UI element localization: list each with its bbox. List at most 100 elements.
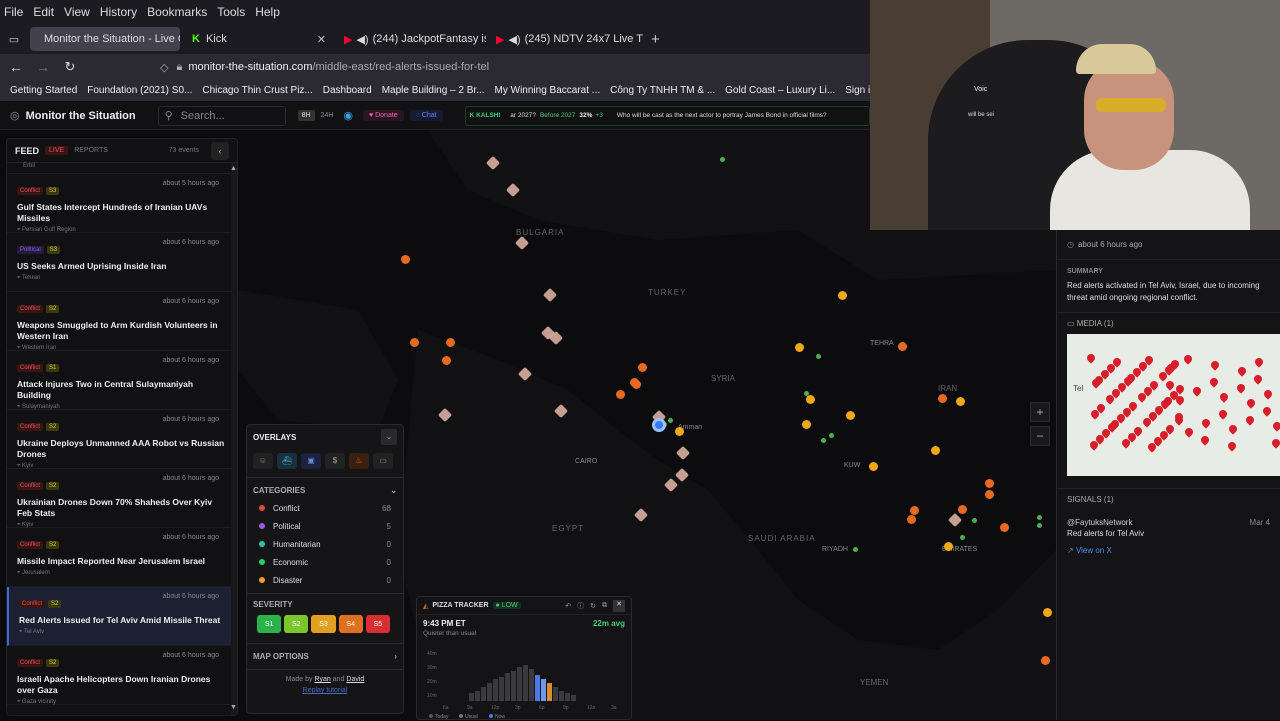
event-marker[interactable]: [985, 479, 994, 488]
menu-history[interactable]: History: [100, 5, 137, 19]
menu-help[interactable]: Help: [255, 5, 280, 19]
event-marker[interactable]: [806, 395, 815, 404]
ticker[interactable]: K KALSHI ar 2027? Before 2027 32% +3 Who…: [464, 105, 870, 126]
event-marker[interactable]: [853, 547, 858, 552]
reload-icon[interactable]: ↻: [54, 59, 86, 75]
event-marker[interactable]: [1043, 608, 1052, 617]
feed-item[interactable]: Political S3 about 6 hours ago US Seeks Arm…: [7, 233, 237, 292]
event-marker[interactable]: [829, 433, 834, 438]
tab-list-icon[interactable]: ▭: [0, 33, 28, 46]
signal-user[interactable]: @FaytuksNetwork: [1067, 518, 1132, 527]
media-image[interactable]: Tel: [1067, 334, 1280, 476]
event-marker[interactable]: [985, 490, 994, 499]
refresh-icon[interactable]: ↻: [590, 602, 596, 610]
event-marker[interactable]: [869, 462, 878, 471]
chat-button[interactable]: ◌ Chat: [409, 110, 443, 121]
bookmark-foundation[interactable]: Foundation (2021) S0...: [87, 85, 192, 96]
author-link[interactable]: Ryan: [314, 676, 330, 683]
bus-icon[interactable]: ▣: [301, 453, 321, 469]
replay-tutorial-link[interactable]: Replay tutorial: [247, 687, 403, 694]
bookmark-gold-coast[interactable]: Gold Coast – Luxury Li...: [725, 85, 835, 96]
event-marker[interactable]: [616, 390, 625, 399]
severity-s1-button[interactable]: S1: [257, 615, 282, 633]
category-item[interactable]: Disaster 0: [247, 571, 403, 589]
severity-s3-button[interactable]: S3: [311, 615, 336, 633]
category-item[interactable]: Political 5: [247, 517, 403, 535]
category-item[interactable]: Economic 0: [247, 553, 403, 571]
event-marker[interactable]: [1041, 656, 1050, 665]
fire-icon[interactable]: ♨: [349, 453, 369, 469]
bookmark-getting-started[interactable]: Getting Started: [10, 85, 77, 96]
menu-edit[interactable]: Edit: [33, 5, 54, 19]
zoom-in-button[interactable]: +: [1030, 402, 1050, 422]
event-marker[interactable]: [821, 438, 826, 443]
bookmark-chicago[interactable]: Chicago Thin Crust Piz...: [202, 85, 312, 96]
zoom-out-button[interactable]: −: [1030, 426, 1050, 446]
close-icon[interactable]: ✕: [613, 599, 625, 612]
forward-icon[interactable]: →: [32, 59, 54, 75]
lock-icon[interactable]: 🔒︎: [176, 61, 182, 74]
tab-live[interactable]: LIVE: [45, 146, 69, 155]
event-marker[interactable]: [638, 363, 647, 372]
event-marker[interactable]: [675, 427, 684, 436]
event-marker[interactable]: [838, 291, 847, 300]
bookmark-dashboard[interactable]: Dashboard: [323, 85, 372, 96]
people-icon[interactable]: ☺: [253, 453, 273, 469]
undo-icon[interactable]: ↶: [565, 602, 571, 610]
event-marker[interactable]: [972, 518, 977, 523]
event-marker[interactable]: [720, 157, 725, 162]
collapse-button[interactable]: ‹: [211, 141, 229, 160]
back-icon[interactable]: ←: [0, 59, 32, 75]
event-marker[interactable]: [907, 515, 916, 524]
view-on-x-link[interactable]: ↗ View on X: [1057, 540, 1280, 561]
close-icon[interactable]: ✕: [317, 33, 326, 46]
menu-bookmarks[interactable]: Bookmarks: [147, 5, 207, 19]
new-tab-icon[interactable]: +: [651, 31, 660, 48]
categories-header[interactable]: CATEGORIES ⌄: [247, 482, 403, 499]
scrollbar[interactable]: [231, 163, 237, 715]
feed-item[interactable]: Conflict S2 about 6 hours ago Israeli Apach…: [7, 646, 237, 705]
event-marker[interactable]: [632, 380, 641, 389]
event-marker[interactable]: [910, 506, 919, 515]
category-item[interactable]: Humanitarian 0: [247, 535, 403, 553]
camera-icon[interactable]: ▭: [373, 453, 393, 469]
menu-view[interactable]: View: [64, 5, 90, 19]
scroll-up-icon[interactable]: ▲: [230, 165, 237, 172]
feed-item[interactable]: Conflict S2 about 6 hours ago Ukraine Deplo…: [7, 410, 237, 469]
event-marker[interactable]: [668, 418, 673, 423]
tab-monitor[interactable]: Monitor the Situation - Live Gl ✕: [30, 27, 180, 51]
event-marker[interactable]: [1000, 523, 1009, 532]
url-bar[interactable]: monitor-the-situation.com/middle-east/re…: [188, 61, 489, 73]
feed-item[interactable]: Conflict S1 about 6 hours ago Attack Injure…: [7, 351, 237, 410]
feed-item[interactable]: Conflict S2 about 6 hours ago Weapons Smugg…: [7, 292, 237, 351]
tab-ndtv[interactable]: ▶ ◀) (245) NDTV 24x7 Live TV: I ✕: [488, 27, 643, 51]
app-title[interactable]: Monitor the Situation: [26, 110, 136, 122]
severity-s4-button[interactable]: S4: [338, 615, 363, 633]
feed-item[interactable]: Conflict S2 about 6 hours ago Ukrainian Dro…: [7, 469, 237, 528]
scroll-down-icon[interactable]: ▼: [230, 704, 237, 711]
bookmark-baccarat[interactable]: My Winning Baccarat ...: [495, 85, 601, 96]
feed-item[interactable]: Conflict S2 about 6 hours ago Red Alerts Is…: [7, 587, 237, 646]
ship-icon[interactable]: ⛴: [277, 453, 297, 469]
event-marker[interactable]: [931, 446, 940, 455]
shield-icon[interactable]: ◇: [160, 61, 168, 74]
tab-reports[interactable]: REPORTS: [74, 147, 108, 154]
event-marker[interactable]: [960, 535, 965, 540]
tab-kick[interactable]: K Kick ✕: [184, 27, 334, 51]
range-8h-button[interactable]: 8H: [297, 110, 315, 121]
bookmark-cong-ty[interactable]: Công Ty TNHH TM & ...: [610, 85, 715, 96]
event-marker[interactable]: [442, 356, 451, 365]
event-marker[interactable]: [846, 411, 855, 420]
event-marker[interactable]: [958, 505, 967, 514]
event-marker[interactable]: [804, 391, 809, 396]
event-marker[interactable]: [1037, 515, 1042, 520]
event-marker[interactable]: [802, 420, 811, 429]
chevron-down-icon[interactable]: ⌄: [381, 429, 397, 445]
telegram-icon[interactable]: ◉: [343, 109, 353, 122]
event-marker[interactable]: [795, 343, 804, 352]
search-box[interactable]: ⚲ Search...: [157, 105, 286, 126]
event-marker[interactable]: [938, 394, 947, 403]
event-marker[interactable]: [944, 542, 953, 551]
feed-item[interactable]: Conflict S3 about 5 hours ago Gulf States I…: [7, 174, 237, 233]
menu-tools[interactable]: Tools: [217, 5, 245, 19]
